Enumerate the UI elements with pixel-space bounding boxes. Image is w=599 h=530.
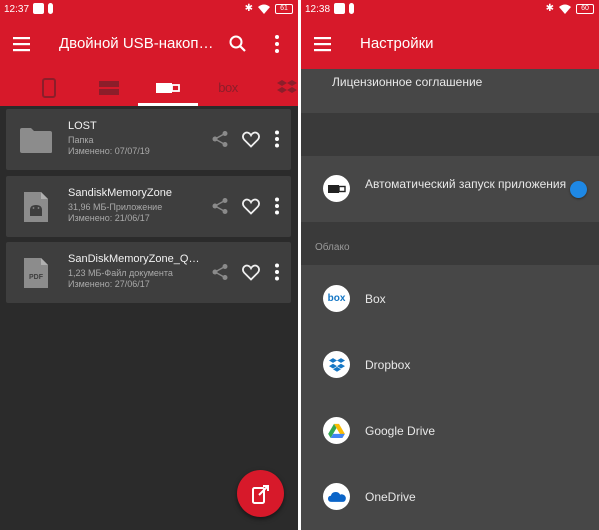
file-type: Папка	[68, 135, 94, 145]
bluetooth-icon: ✱	[244, 3, 253, 14]
cloud-list: box Box Dropbox Google Drive OneDrive	[301, 265, 599, 530]
item-menu-icon[interactable]	[266, 194, 288, 218]
wifi-icon	[559, 4, 571, 14]
favorite-icon[interactable]	[240, 260, 262, 284]
folder-icon	[18, 122, 54, 158]
file-type: 31,96 МБ-Приложение	[68, 202, 163, 212]
favorite-icon[interactable]	[240, 194, 262, 218]
file-name: LOST	[68, 120, 97, 132]
share-icon[interactable]	[209, 194, 231, 218]
tab-indicator	[138, 103, 198, 106]
usb-icon	[156, 82, 180, 93]
file-list-item[interactable]: PDF SanDiskMemoryZone_QuickStartGuide 1,…	[6, 242, 291, 303]
notification-icon	[349, 3, 354, 14]
tab-dropbox[interactable]	[255, 69, 298, 106]
cloud-section-header: Облако	[315, 242, 350, 253]
tab-box[interactable]: box	[198, 69, 258, 106]
status-icons: ✱ 60	[546, 3, 594, 15]
status-icons: ✱ 61	[245, 3, 293, 15]
item-menu-icon[interactable]	[266, 260, 288, 284]
status-bar: 12:38 ✱ 60	[301, 0, 599, 19]
tab-sd-card[interactable]	[79, 69, 139, 106]
battery-icon: 61	[275, 4, 293, 14]
share-icon[interactable]	[209, 127, 231, 151]
menu-icon[interactable]	[10, 34, 34, 54]
autolaunch-toggle[interactable]	[570, 181, 587, 198]
box-logo-text: box	[327, 293, 346, 304]
item-menu-icon[interactable]	[266, 127, 288, 151]
google-drive-icon	[323, 417, 350, 444]
dropbox-icon	[277, 79, 297, 93]
autolaunch-label: Автоматический запуск приложения с Dual …	[365, 177, 570, 191]
sd-card-icon	[99, 80, 119, 95]
license-label: Лицензионное соглашение	[332, 75, 483, 89]
app-bar: Двойной USB-накопитель	[0, 19, 298, 69]
status-bar: 12:37 ✱ 61	[0, 0, 298, 19]
file-browser-screen: 12:37 ✱ 61 Двойной USB-накопитель	[0, 0, 298, 530]
usb-drive-icon	[323, 175, 350, 202]
cloud-item-google-drive[interactable]: Google Drive	[365, 424, 435, 438]
notification-icon	[48, 3, 53, 14]
license-agreement-row[interactable]: Лицензионное соглашение	[301, 69, 599, 113]
tab-phone[interactable]	[19, 69, 79, 106]
cloud-item-onedrive[interactable]: OneDrive	[365, 490, 416, 504]
box-tab-label: box	[218, 80, 238, 95]
cloud-item-dropbox[interactable]: Dropbox	[365, 358, 410, 372]
storage-tabs: box	[0, 69, 298, 106]
android-file-icon	[18, 189, 54, 225]
settings-screen: 12:38 ✱ 60 Настройки Лицензионное соглаш…	[301, 0, 599, 530]
share-icon[interactable]	[209, 260, 231, 284]
autolaunch-row[interactable]: Автоматический запуск приложения с Dual …	[301, 156, 599, 222]
phone-icon	[42, 77, 56, 98]
page-title: Настройки	[360, 35, 434, 52]
pdf-file-icon: PDF	[18, 255, 54, 291]
page-title: Двойной USB-накопитель	[59, 35, 214, 52]
box-logo-icon: box	[323, 285, 350, 312]
file-modified: Изменено: 21/06/17	[68, 213, 150, 223]
status-time: 12:37	[4, 4, 30, 15]
file-type: 1,23 МБ-Файл документа	[68, 268, 173, 278]
file-list-item[interactable]: LOST Папка Изменено: 07/07/19	[6, 109, 291, 170]
file-modified: Изменено: 27/06/17	[68, 279, 150, 289]
file-modified: Изменено: 07/07/19	[68, 146, 150, 156]
app-notification-icon	[33, 3, 44, 14]
file-name: SanDiskMemoryZone_QuickStartGuide	[68, 253, 203, 265]
transfer-fab-button[interactable]	[237, 470, 284, 517]
pdf-thumb-label: PDF	[29, 274, 44, 281]
more-options-icon[interactable]	[265, 32, 289, 56]
favorite-icon[interactable]	[240, 127, 262, 151]
battery-icon: 60	[576, 4, 594, 14]
app-notification-icon	[334, 3, 345, 14]
dropbox-icon	[323, 351, 350, 378]
menu-icon[interactable]	[311, 34, 335, 54]
tab-usb[interactable]	[138, 69, 198, 106]
file-name: SandiskMemoryZone	[68, 187, 172, 199]
onedrive-icon	[323, 483, 350, 510]
transfer-icon	[251, 484, 269, 504]
cloud-item-box[interactable]: Box	[365, 292, 386, 306]
app-bar: Настройки	[301, 19, 599, 69]
status-time: 12:38	[305, 4, 331, 15]
file-list-item[interactable]: SandiskMemoryZone 31,96 МБ-Приложение Из…	[6, 176, 291, 237]
search-icon[interactable]	[226, 32, 250, 56]
wifi-icon	[258, 4, 270, 14]
bluetooth-icon: ✱	[545, 3, 554, 14]
